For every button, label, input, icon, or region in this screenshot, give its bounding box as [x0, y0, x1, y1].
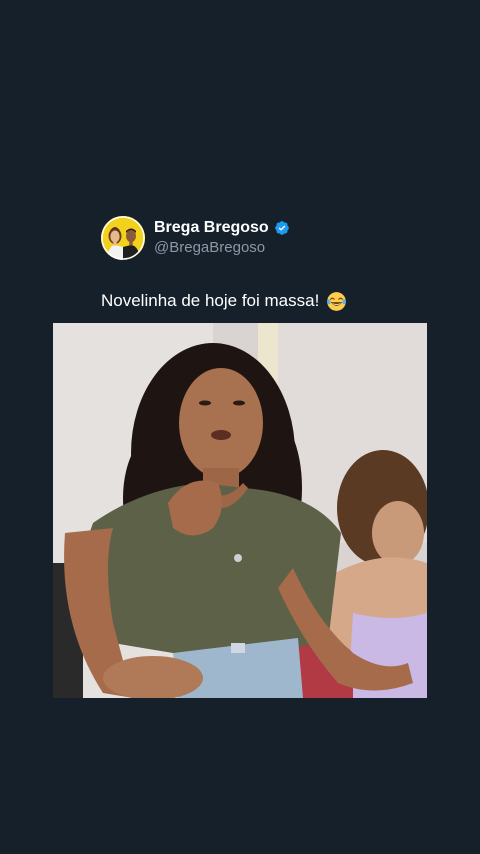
screen: Brega Bregoso @BregaBregoso Novelinha de… — [0, 0, 480, 854]
tweet-text: Novelinha de hoje foi massa! — [101, 291, 320, 310]
author-handle[interactable]: @BregaBregoso — [154, 238, 290, 258]
author-display-name[interactable]: Brega Bregoso — [154, 218, 269, 238]
name-row: Brega Bregoso — [154, 218, 290, 238]
verified-badge-icon — [274, 221, 289, 235]
face-with-tears-of-joy-icon — [327, 291, 347, 311]
tweet-text-row: Novelinha de hoje foi massa! — [101, 290, 347, 312]
cartoon-couple-avatar-icon[interactable] — [101, 216, 145, 260]
video-still[interactable] — [53, 323, 427, 698]
author-block: Brega Bregoso @BregaBregoso — [154, 218, 290, 258]
post-header: Brega Bregoso @BregaBregoso — [101, 216, 290, 260]
